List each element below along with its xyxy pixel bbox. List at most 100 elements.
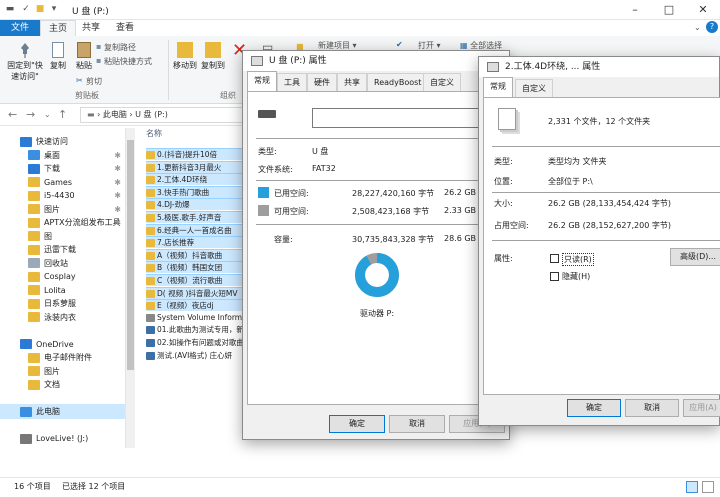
paste-button[interactable]: 粘贴 xyxy=(72,42,96,71)
donut-used-segment xyxy=(355,253,399,297)
type-value: U 盘 xyxy=(312,147,329,156)
nav-item[interactable]: LoveLive! (J:) xyxy=(0,431,125,446)
properties-quick-icon[interactable]: ✓ xyxy=(20,3,32,15)
details-view-icon[interactable] xyxy=(686,481,698,493)
tab-sharing[interactable]: 共享 xyxy=(337,73,367,91)
folder-properties-title-bar: 2.工体.4D环绕, ... 属性 xyxy=(479,57,719,77)
cancel-button[interactable]: 取消 xyxy=(625,399,679,417)
recent-locations-icon[interactable]: ⌄ xyxy=(44,110,51,119)
tab-share[interactable]: 共享 xyxy=(74,20,108,36)
size-on-disk-label: 占用空间: xyxy=(494,221,529,230)
file-name: System Volume Inform xyxy=(157,312,243,322)
copy-to-label: 复制到 xyxy=(201,61,225,70)
file-row[interactable]: 测试.(AVI格式) 庄心妍 xyxy=(146,350,246,362)
hidden-label[interactable]: 隐藏(H) xyxy=(562,271,590,282)
nav-scrollbar-thumb[interactable] xyxy=(127,140,134,370)
copy-button[interactable]: 复制 xyxy=(46,42,70,71)
paste-shortcut-button[interactable]: 粘贴快捷方式 xyxy=(104,56,152,67)
drive-icon xyxy=(251,56,263,66)
copy-to-icon xyxy=(205,42,221,58)
file-row[interactable]: 1.更新抖音3月最火 xyxy=(146,160,246,173)
large-icons-view-icon[interactable] xyxy=(702,481,714,493)
tab-customize[interactable]: 自定义 xyxy=(423,73,461,91)
explorer-app-icon: ▬ xyxy=(5,4,15,14)
folder-icon xyxy=(146,277,155,285)
size-on-disk-value: 26.2 GB (28,152,627,200 字节) xyxy=(548,221,671,230)
file-row[interactable]: 7.店长推荐 xyxy=(146,236,246,249)
folder-icon xyxy=(146,214,155,222)
pin-quick-access-button[interactable]: 固定到"快 速访问" xyxy=(6,42,44,82)
maximize-button[interactable]: □ xyxy=(652,0,686,20)
close-button[interactable]: ✕ xyxy=(686,0,720,20)
divider xyxy=(256,138,498,139)
tab-view[interactable]: 查看 xyxy=(108,20,142,36)
file-name: B（视频）韩国女团 xyxy=(157,263,223,273)
file-row[interactable]: A（视频）抖音歌曲 xyxy=(146,248,246,261)
file-name: 02.如操作有问题或对歌曲 xyxy=(157,338,244,347)
apply-button[interactable]: 应用(A) xyxy=(683,399,720,417)
filesystem-label: 文件系统: xyxy=(258,165,293,174)
nav-item-label: 电子邮件附件 xyxy=(44,353,92,362)
file-row[interactable]: 3.快手热门歌曲 xyxy=(146,185,246,198)
copy-to-button[interactable]: 复制到 xyxy=(200,42,226,71)
tab-home[interactable]: 主页 xyxy=(40,20,77,36)
folder-icon xyxy=(146,289,155,298)
selected-count: 已选择 12 个项目 xyxy=(62,482,126,491)
new-folder-quick-icon[interactable]: ■ xyxy=(34,3,46,15)
hidden-checkbox[interactable] xyxy=(550,272,559,281)
file-row[interactable]: C（视频）流行歌曲 xyxy=(146,274,246,286)
tab-hardware[interactable]: 硬件 xyxy=(307,73,337,91)
cancel-button[interactable]: 取消 xyxy=(389,415,445,433)
pin-icon xyxy=(18,42,32,58)
file-row[interactable]: 6.经典一人一首成名曲 xyxy=(146,223,246,236)
file-row[interactable]: E（视频）夜店dj xyxy=(146,299,246,312)
video-file-icon xyxy=(146,326,155,335)
file-row[interactable]: B（视频）韩国女团 xyxy=(146,261,246,274)
file-name: 1.更新抖音3月最火 xyxy=(157,162,222,172)
file-row[interactable]: System Volume Inform xyxy=(146,312,246,324)
file-row[interactable]: 2.工体.4D环绕 xyxy=(146,173,246,186)
capacity-gb: 28.6 GB xyxy=(444,234,477,243)
tab-readyboost[interactable]: ReadyBoost xyxy=(367,73,429,91)
file-row[interactable]: 01.此歌曲为测试专用，新 xyxy=(146,324,246,336)
nav-scrollbar[interactable] xyxy=(125,128,135,448)
move-to-button[interactable]: 移动到 xyxy=(172,42,198,71)
copy-path-button[interactable]: 复制路径 xyxy=(104,42,136,53)
tab-tools[interactable]: 工具 xyxy=(277,73,307,91)
properties-icon[interactable]: ✔ xyxy=(396,40,403,49)
file-row[interactable]: 4.DJ-劲爆 xyxy=(146,198,246,211)
readonly-checkbox[interactable] xyxy=(550,254,559,263)
nav-item-label: i5-4430 xyxy=(44,191,75,200)
up-arrow-icon[interactable]: ↑ xyxy=(58,108,67,121)
address-path[interactable]: ▬ › 此电脑 › U 盘 (P:) xyxy=(80,107,250,123)
nav-item-icon xyxy=(28,285,40,295)
move-to-label: 移动到 xyxy=(173,61,197,70)
expand-ribbon-icon[interactable]: ⌄ xyxy=(694,23,701,32)
file-row[interactable]: 0.(抖音)提升10倍 xyxy=(146,148,246,160)
drive-name-input[interactable] xyxy=(312,108,502,128)
tab-general[interactable]: 常规 xyxy=(247,71,277,91)
minimize-button[interactable]: – xyxy=(618,0,652,20)
cut-button[interactable]: 剪切 xyxy=(86,76,102,87)
readonly-label[interactable]: 只读(R) xyxy=(562,253,594,266)
customize-quick-access-icon[interactable]: ▾ xyxy=(48,3,60,15)
tab-customize[interactable]: 自定义 xyxy=(515,79,553,97)
video-file-icon xyxy=(146,351,155,360)
location-label: 位置: xyxy=(494,177,513,186)
ok-button[interactable]: 确定 xyxy=(567,399,621,417)
ok-button[interactable]: 确定 xyxy=(329,415,385,433)
used-space-swatch xyxy=(258,187,269,198)
back-arrow-icon[interactable]: ← xyxy=(8,108,17,121)
file-row[interactable]: 5.极医.歌手.好声音 xyxy=(146,211,246,223)
tab-file[interactable]: 文件 xyxy=(0,20,40,36)
folder-icon xyxy=(146,264,155,273)
file-row[interactable]: 02.如操作有问题或对歌曲 xyxy=(146,337,246,349)
file-name: 6.经典一人一首成名曲 xyxy=(157,225,232,235)
file-row[interactable]: D( 视频 )抖音最火短MV xyxy=(146,286,246,299)
forward-arrow-icon[interactable]: → xyxy=(26,108,35,121)
help-icon[interactable]: ? xyxy=(706,21,718,33)
advanced-button[interactable]: 高级(D)... xyxy=(670,248,720,266)
name-column-header[interactable]: 名称 xyxy=(146,128,162,139)
folder-properties-title: 2.工体.4D环绕, ... 属性 xyxy=(505,62,601,72)
tab-general[interactable]: 常规 xyxy=(483,77,513,97)
